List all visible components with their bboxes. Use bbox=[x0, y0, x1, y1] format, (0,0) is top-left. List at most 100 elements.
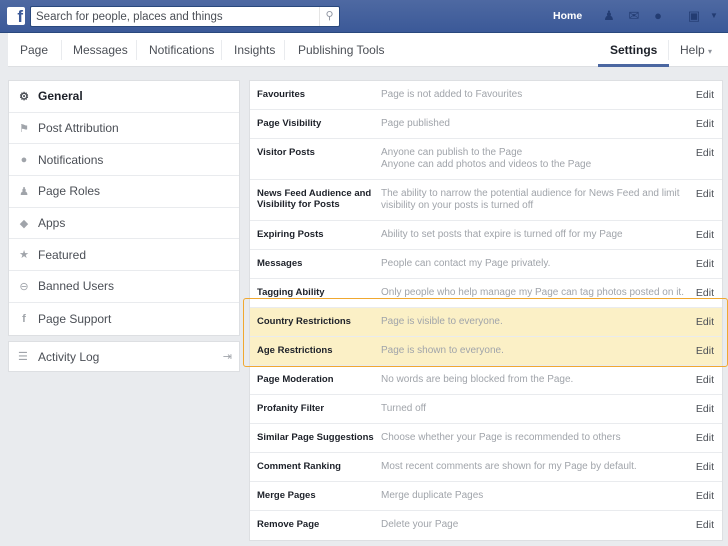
setting-name: News Feed Audience and Visibility for Po… bbox=[257, 188, 372, 210]
setting-description: The ability to narrow the potential audi… bbox=[381, 188, 680, 211]
sidebar-item-label: Activity Log bbox=[38, 349, 100, 364]
edit-link[interactable]: Edit bbox=[696, 461, 714, 473]
edit-link[interactable]: Edit bbox=[696, 345, 714, 357]
setting-name: Country Restrictions bbox=[257, 316, 351, 327]
edit-link[interactable]: Edit bbox=[696, 147, 714, 159]
edit-link[interactable]: Edit bbox=[696, 316, 714, 328]
sidebar-item-label: Page Roles bbox=[38, 184, 101, 199]
setting-description: Choose whether your Page is recommended … bbox=[381, 432, 621, 443]
tab-help[interactable]: Help ▾ bbox=[668, 33, 724, 67]
setting-description: Merge duplicate Pages bbox=[381, 490, 484, 501]
edit-link[interactable]: Edit bbox=[696, 188, 714, 200]
star-icon: ★ bbox=[19, 249, 29, 262]
gear-icon: ⚙ bbox=[19, 90, 29, 103]
person-icon: ♟ bbox=[19, 185, 29, 198]
general-settings-list: Favourites Page is not added to Favourit… bbox=[249, 80, 723, 541]
sidebar-item-page-support[interactable]: f Page Support bbox=[9, 303, 239, 335]
setting-name: Page Moderation bbox=[257, 374, 334, 385]
sidebar-item-general[interactable]: ⚙ General bbox=[9, 81, 239, 113]
setting-name: Age Restrictions bbox=[257, 345, 333, 356]
sidebar-item-activity-log[interactable]: ☰ Activity Log ⇥ bbox=[8, 341, 240, 372]
nav-divider bbox=[284, 40, 285, 60]
sidebar-item-banned-users[interactable]: ⊖ Banned Users bbox=[9, 271, 239, 303]
setting-name: Expiring Posts bbox=[257, 229, 324, 240]
messages-icon[interactable]: ✉ bbox=[626, 8, 642, 24]
setting-description: Page is not added to Favourites bbox=[381, 89, 523, 100]
setting-description: Page published bbox=[381, 118, 450, 129]
setting-description: No words are being blocked from the Page… bbox=[381, 374, 574, 385]
search-input[interactable] bbox=[36, 9, 316, 25]
tab-settings[interactable]: Settings bbox=[598, 33, 670, 67]
edit-link[interactable]: Edit bbox=[696, 258, 714, 270]
banned-icon: ⊖ bbox=[19, 280, 29, 293]
setting-row-merge-pages: Merge Pages Merge duplicate Pages Edit bbox=[250, 482, 722, 511]
top-bar: f ⚲ Home ♟ ✉ ● ▣ ▼ bbox=[0, 0, 728, 33]
edit-link[interactable]: Edit bbox=[696, 287, 714, 299]
setting-description: Turned off bbox=[381, 403, 427, 414]
tab-insights[interactable]: Insights bbox=[222, 33, 287, 67]
home-link[interactable]: Home bbox=[553, 10, 582, 22]
search-icon[interactable]: ⚲ bbox=[319, 7, 339, 26]
sidebar-item-label: Featured bbox=[38, 247, 87, 262]
setting-description: People can contact my Page privately. bbox=[381, 258, 551, 269]
enter-icon: ⇥ bbox=[222, 351, 232, 363]
setting-row-country-restrictions: Country Restrictions Page is visible to … bbox=[250, 308, 722, 337]
page-nav: Page Messages Notifications Insights Pub… bbox=[8, 33, 728, 67]
facebook-icon: f bbox=[22, 312, 26, 325]
edit-link[interactable]: Edit bbox=[696, 432, 714, 444]
setting-name: Merge Pages bbox=[257, 490, 316, 501]
setting-row-favourites: Favourites Page is not added to Favourit… bbox=[250, 81, 722, 110]
chevron-down-icon[interactable]: ▼ bbox=[706, 8, 722, 24]
edit-link[interactable]: Edit bbox=[696, 403, 714, 415]
setting-description: Only people who help manage my Page can … bbox=[381, 287, 684, 298]
edit-link[interactable]: Edit bbox=[696, 374, 714, 386]
list-icon: ☰ bbox=[18, 351, 28, 363]
tab-publishing-tools[interactable]: Publishing Tools bbox=[286, 33, 397, 67]
setting-row-messages: Messages People can contact my Page priv… bbox=[250, 250, 722, 279]
tab-notifications[interactable]: Notifications bbox=[137, 33, 226, 67]
setting-row-visitor-posts: Visitor Posts Anyone can publish to the … bbox=[250, 139, 722, 180]
setting-row-age-restrictions: Age Restrictions Page is shown to everyo… bbox=[250, 337, 722, 366]
notifications-globe-icon[interactable]: ● bbox=[650, 8, 666, 24]
caret-down-icon: ▾ bbox=[708, 47, 713, 56]
globe-icon: ● bbox=[20, 153, 28, 166]
friend-requests-icon[interactable]: ♟ bbox=[601, 8, 617, 24]
tab-page[interactable]: Page bbox=[8, 33, 60, 67]
sidebar-item-post-attribution[interactable]: ⚑ Post Attribution bbox=[9, 113, 239, 145]
setting-row-similar-page-suggestions: Similar Page Suggestions Choose whether … bbox=[250, 424, 722, 453]
sidebar-item-apps[interactable]: ◆ Apps bbox=[9, 208, 239, 240]
sidebar-item-featured[interactable]: ★ Featured bbox=[9, 239, 239, 272]
edit-link[interactable]: Edit bbox=[696, 519, 714, 531]
facebook-logo-icon[interactable]: f bbox=[7, 7, 25, 25]
setting-name: Favourites bbox=[257, 89, 306, 100]
sidebar-item-page-roles[interactable]: ♟ Page Roles bbox=[9, 176, 239, 208]
tab-messages[interactable]: Messages bbox=[61, 33, 140, 67]
setting-name: Tagging Ability bbox=[257, 287, 325, 298]
setting-description: Ability to set posts that expire is turn… bbox=[381, 229, 623, 240]
setting-row-page-visibility: Page Visibility Page published Edit bbox=[250, 110, 722, 139]
account-icon[interactable]: ▣ bbox=[686, 8, 702, 24]
sidebar-item-label: Apps bbox=[38, 216, 66, 231]
help-label: Help bbox=[680, 43, 705, 57]
sidebar-item-label: Banned Users bbox=[38, 279, 115, 294]
setting-name: Messages bbox=[257, 258, 303, 269]
setting-row-expiring-posts: Expiring Posts Ability to set posts that… bbox=[250, 221, 722, 250]
sidebar-item-notifications[interactable]: ● Notifications bbox=[9, 144, 239, 177]
setting-description: Anyone can publish to the Page Anyone can… bbox=[381, 147, 592, 170]
setting-description: Most recent comments are shown for my Pa… bbox=[381, 461, 637, 472]
setting-description: Delete your Page bbox=[381, 519, 459, 530]
edit-link[interactable]: Edit bbox=[696, 89, 714, 101]
sidebar-item-label: Page Support bbox=[38, 311, 112, 326]
cube-icon: ◆ bbox=[19, 217, 29, 230]
sidebar-item-label: Post Attribution bbox=[38, 121, 119, 136]
edit-link[interactable]: Edit bbox=[696, 490, 714, 502]
settings-sidebar: ⚙ General ⚑ Post Attribution ● Notificat… bbox=[8, 80, 240, 336]
setting-name: Similar Page Suggestions bbox=[257, 432, 374, 443]
setting-name: Remove Page bbox=[257, 519, 320, 530]
setting-row-remove-page: Remove Page Delete your Page Edit bbox=[250, 511, 722, 540]
edit-link[interactable]: Edit bbox=[696, 229, 714, 241]
setting-name: Comment Ranking bbox=[257, 461, 341, 472]
setting-row-tagging-ability: Tagging Ability Only people who help man… bbox=[250, 279, 722, 308]
sidebar-item-label: Notifications bbox=[38, 152, 104, 167]
edit-link[interactable]: Edit bbox=[696, 118, 714, 130]
